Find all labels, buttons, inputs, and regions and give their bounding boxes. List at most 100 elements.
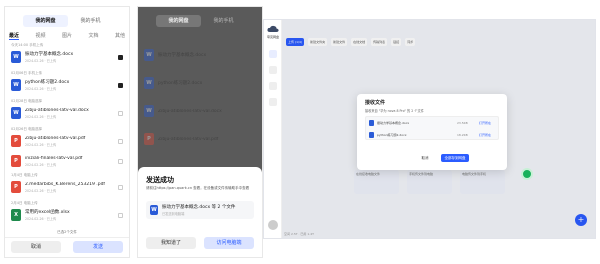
file-name: python练习题2.docx <box>158 81 203 86</box>
cloud-logo-icon <box>267 25 279 32</box>
word-file-icon <box>369 120 374 126</box>
cancel-button[interactable]: 取消 <box>415 154 435 162</box>
file-name: iniziali-finales-latv-val.pdf <box>25 155 83 161</box>
file-name: 常用的excel函数.xlsx <box>25 210 70 215</box>
tab-recent[interactable]: 最近 <box>9 32 20 40</box>
file-name: Zibju-atiblones-latv-val.pdf <box>158 136 219 142</box>
list-item[interactable]: P iniziali-finales-latv-val.pdf 2024-02-2… <box>11 153 123 169</box>
file-meta: 2024-02-26 · 已上传 <box>25 142 57 147</box>
file-name: Zibju-atiblones-latv-val.pdf <box>25 135 86 141</box>
section-label: 02月28日 电脑选择 <box>11 99 43 103</box>
connected-device-icon <box>521 168 533 180</box>
file-name: 2.medarbibs_K.Berens_253219 .pdf <box>25 181 106 187</box>
segment-my-drive: 我的网盘 <box>156 15 201 27</box>
word-file-icon: W <box>144 105 154 117</box>
tab-other[interactable]: 其他 <box>115 32 125 40</box>
table-row[interactable]: 振动力学基本概念.docx 23.5KB 打开所在 <box>366 117 498 129</box>
list-item[interactable]: W python练习题2.docx 2024-02-26 · 已上传 <box>11 77 123 93</box>
file-name: python练习题2.docx <box>25 80 70 85</box>
section-label: 2月4日 电脑上传 <box>11 201 38 205</box>
received-file-size: 23.5KB <box>457 121 468 125</box>
tab-video[interactable]: 视频 <box>35 32 45 40</box>
list-item: W Zibju-atiblones-latv-val.docx <box>144 103 256 119</box>
list-item[interactable]: X 常用的excel函数.xlsx 2024-02-26 · 已上传 <box>11 207 123 223</box>
save-all-button[interactable]: 全部存到网盘 <box>441 154 469 162</box>
file-checkbox[interactable] <box>118 138 123 144</box>
receive-files-dialog: 接收文件 接收来自 "华为 nova 8 Pro" 的 2 个文件 振动力学基本… <box>357 94 507 170</box>
table-row[interactable]: python练习题2.docx 18.2KB 打开所在 <box>366 129 498 141</box>
word-file-icon: W <box>11 79 21 91</box>
word-file-icon: W <box>144 49 154 61</box>
segmented-control: 我的网盘 我的手机 <box>156 15 246 27</box>
open-location-link[interactable]: 打开所在 <box>479 121 495 125</box>
received-file-size: 18.2KB <box>457 133 468 137</box>
tab-image[interactable]: 图片 <box>62 32 72 40</box>
section-label: 1月4日 电脑上传 <box>11 173 38 177</box>
segment-my-drive[interactable]: 我的网盘 <box>23 15 68 27</box>
sent-files-card: W 振动力学基本概念.docx 等 2 个文件 已发送到电脑端 <box>146 201 254 219</box>
tab-doc[interactable]: 文档 <box>88 32 98 40</box>
sidebar: 夸克网盘 <box>264 20 282 238</box>
cancel-button[interactable]: 取消 <box>11 241 61 253</box>
file-name: 振动力学基本概念.docx <box>25 52 74 57</box>
segmented-control: 我的网盘 我的手机 <box>23 15 113 27</box>
word-file-icon: W <box>150 205 158 215</box>
bottom-action-bar: 取消 发送 <box>5 237 129 257</box>
word-file-icon: W <box>144 77 154 89</box>
file-meta: 2024-02-26 · 已上传 <box>25 188 57 193</box>
card-file-name: 振动力学基本概念.docx 等 2 个文件 <box>162 205 236 210</box>
phone-send-success: 我的网盘 我的手机 W 振动力学基本概念.docx W python练习题2.d… <box>137 6 263 258</box>
pdf-file-icon: P <box>144 133 154 145</box>
word-file-icon: W <box>11 51 21 63</box>
list-item[interactable]: P 2.medarbibs_K.Berens_253219 .pdf 2024-0… <box>11 179 123 195</box>
file-checkbox[interactable] <box>118 212 123 218</box>
sheet-description: 请前往https://pan.quark.cn 查看，在设备或文件传输助手中查看 <box>146 186 250 190</box>
received-file-name: 振动力学基本概念.docx <box>377 121 410 125</box>
nav-drive-icon[interactable] <box>269 50 277 58</box>
file-checkbox[interactable] <box>118 110 123 116</box>
dialog-subtitle: 接收来自 "华为 nova 8 Pro" 的 2 个文件 <box>365 109 424 113</box>
brand-name: 夸克网盘 <box>266 35 279 39</box>
file-checkbox[interactable] <box>118 184 123 190</box>
dialog-title: 接收文件 <box>365 100 386 106</box>
section-label: 今天14:00 手机上传 <box>11 43 44 47</box>
success-sheet: 发送成功 请前往https://pan.quark.cn 查看，在设备或文件传输… <box>138 167 262 257</box>
file-checkbox[interactable] <box>118 158 123 164</box>
open-location-link[interactable]: 打开所在 <box>479 133 495 137</box>
word-file-icon: W <box>11 107 21 119</box>
section-label: 02月26日 电脑选择 <box>11 127 43 131</box>
word-file-icon <box>369 132 374 138</box>
list-item[interactable]: W 振动力学基本概念.docx 2024-02-26 · 已上传 <box>11 49 123 65</box>
file-meta: 2024-02-26 · 已上传 <box>25 114 57 119</box>
file-name: 振动力学基本概念.docx <box>158 53 207 58</box>
pdf-file-icon: P <box>11 135 21 147</box>
file-meta: 2024-02-26 · 已上传 <box>25 87 57 91</box>
file-checkbox[interactable] <box>118 54 123 60</box>
file-name: Zibju-atiblones-latv-val.docx <box>25 107 89 113</box>
got-it-button[interactable]: 我知道了 <box>146 237 196 249</box>
send-button[interactable]: 发送 <box>73 241 123 253</box>
segment-my-phone[interactable]: 我的手机 <box>68 15 113 27</box>
list-item: W 振动力学基本概念.docx <box>144 47 256 63</box>
nav-share-icon[interactable] <box>269 82 277 90</box>
file-meta: 2024-02-26 · 已上传 <box>25 217 57 221</box>
received-file-list: 振动力学基本概念.docx 23.5KB 打开所在 python练习题2.doc… <box>365 116 499 140</box>
list-item[interactable]: W Zibju-atiblones-latv-val.docx 2024-02-2… <box>11 105 123 121</box>
list-item: P Zibju-atiblones-latv-val.pdf <box>144 131 256 147</box>
section-label: 02月06日 手机上传 <box>11 71 43 75</box>
file-name: Zibju-atiblones-latv-val.docx <box>158 108 222 114</box>
phone-file-picker: 我的网盘 我的手机 最近 视频 图片 文档 其他 今天14:00 手机上传 W … <box>4 6 130 258</box>
list-item: W python练习题2.docx <box>144 75 256 91</box>
card-sub: 已发送到电脑端 <box>162 212 185 216</box>
segment-my-phone: 我的手机 <box>213 18 234 24</box>
list-item[interactable]: P Zibju-atiblones-latv-val.pdf 2024-02-26… <box>11 133 123 149</box>
visit-desktop-button[interactable]: 访问电脑端 <box>204 237 254 249</box>
desktop-window: 夸克网盘 上传 (1/4) 新建文件夹 新建文件 在线文档 传输列表 链接 同步… <box>263 19 596 239</box>
nav-device-icon[interactable] <box>269 98 277 106</box>
avatar[interactable] <box>268 220 278 230</box>
file-checkbox[interactable] <box>118 82 123 88</box>
selected-count: 已选2个文件 <box>57 230 77 234</box>
nav-transfer-icon[interactable] <box>269 66 277 74</box>
pdf-file-icon: P <box>11 181 21 193</box>
sheet-title: 发送成功 <box>146 176 174 184</box>
